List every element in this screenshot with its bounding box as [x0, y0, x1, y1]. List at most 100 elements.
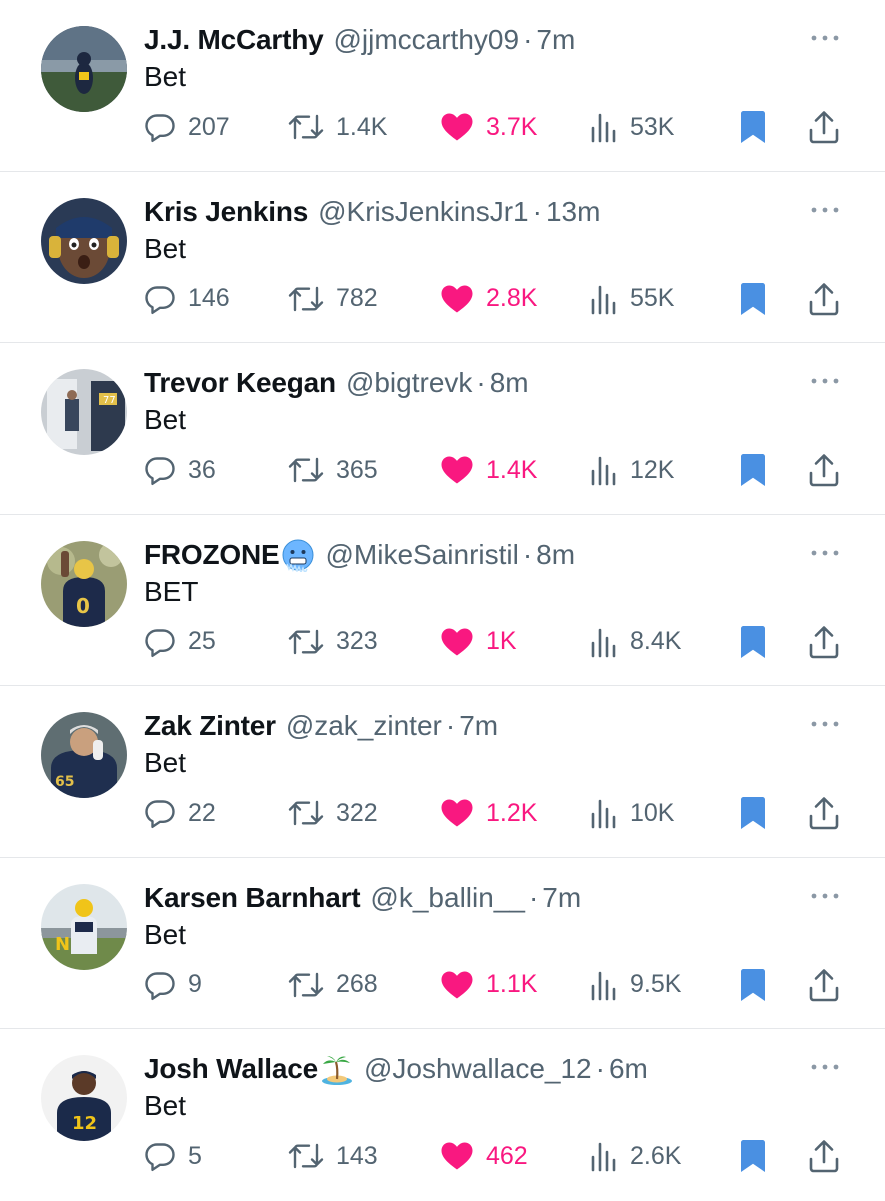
more-options-icon[interactable] [809, 26, 841, 50]
more-options-icon[interactable] [809, 712, 841, 736]
like-button[interactable]: 1.1K [440, 962, 537, 1008]
avatar[interactable]: N [41, 883, 127, 970]
bookmark-button[interactable] [738, 962, 768, 1008]
timestamp[interactable]: 6m [609, 1049, 648, 1089]
reply-count: 25 [188, 627, 216, 655]
user-handle[interactable]: @KrisJenkinsJr1 [318, 192, 528, 232]
user-handle[interactable]: @zak_zinter [286, 706, 442, 746]
avatar[interactable]: 0 [41, 540, 127, 627]
retweet-button[interactable]: 268 [288, 962, 378, 1008]
reply-button[interactable]: 146 [144, 276, 230, 322]
reply-button[interactable]: 22 [144, 790, 216, 836]
timestamp[interactable]: 8m [490, 363, 529, 403]
like-count: 1.4K [486, 455, 538, 484]
reply-icon [144, 797, 176, 829]
avatar[interactable]: 77 [41, 369, 127, 455]
bookmark-button[interactable] [738, 276, 768, 322]
more-options-icon[interactable] [809, 369, 841, 393]
like-button[interactable]: 1K [440, 619, 517, 665]
heart-icon [440, 283, 474, 315]
tweet-card[interactable]: 12 Josh Wallace @Joshwallace_12 · 6m Bet… [0, 1029, 885, 1201]
reply-button[interactable]: 36 [144, 447, 216, 493]
display-name[interactable]: Trevor Keegan [144, 363, 336, 403]
avatar[interactable] [41, 197, 127, 284]
tweet-card[interactable]: 77 Trevor Keegan @bigtrevk · 8m Bet 36 3… [0, 343, 885, 515]
avatar[interactable]: 12 [41, 1055, 127, 1141]
views-button[interactable]: 55K [590, 276, 674, 322]
avatar[interactable] [41, 26, 127, 112]
like-button[interactable]: 1.4K [440, 447, 537, 493]
more-options-icon[interactable] [809, 1055, 841, 1079]
bookmark-icon [738, 795, 768, 831]
share-icon [808, 1139, 840, 1173]
tweet-card[interactable]: N Karsen Barnhart @k_ballin__ · 7m Bet 9 [0, 858, 885, 1029]
display-name[interactable]: J.J. McCarthy [144, 20, 324, 60]
tweet-card[interactable]: 65 Zak Zinter @zak_zinter · 7m Bet 22 32… [0, 686, 885, 858]
display-name[interactable]: FROZONE [144, 535, 280, 575]
share-button[interactable] [808, 962, 840, 1008]
share-button[interactable] [808, 104, 840, 150]
retweet-button[interactable]: 782 [288, 276, 378, 322]
views-button[interactable]: 10K [590, 790, 674, 836]
avatar[interactable]: 65 [41, 712, 127, 798]
bookmark-button[interactable] [738, 790, 768, 836]
timestamp[interactable]: 8m [536, 535, 575, 575]
display-name[interactable]: Zak Zinter [144, 706, 276, 746]
views-button[interactable]: 2.6K [590, 1133, 681, 1179]
timestamp[interactable]: 7m [459, 706, 498, 746]
views-button[interactable]: 8.4K [590, 619, 681, 665]
views-count: 8.4K [630, 627, 682, 655]
like-button[interactable]: 462 [440, 1133, 528, 1179]
share-button[interactable] [808, 276, 840, 322]
retweet-icon [288, 454, 324, 486]
share-button[interactable] [808, 790, 840, 836]
tweet-card[interactable]: J.J. McCarthy @jjmccarthy09 · 7m Bet 207… [0, 0, 885, 172]
like-count: 2.8K [486, 284, 538, 312]
user-handle[interactable]: @Joshwallace_12 [364, 1049, 592, 1089]
retweet-icon [288, 283, 324, 315]
display-name[interactable]: Karsen Barnhart [144, 878, 361, 918]
like-button[interactable]: 3.7K [440, 104, 537, 150]
bookmark-button[interactable] [738, 1133, 768, 1179]
retweet-button[interactable]: 143 [288, 1133, 378, 1179]
like-button[interactable]: 1.2K [440, 790, 537, 836]
reply-button[interactable]: 25 [144, 619, 216, 665]
bookmark-button[interactable] [738, 619, 768, 665]
views-button[interactable]: 9.5K [590, 962, 681, 1008]
tweet-card[interactable]: 0 FROZONE @MikeSainristil · 8m BET 25 32… [0, 515, 885, 686]
reply-button[interactable]: 207 [144, 104, 230, 150]
user-handle[interactable]: @MikeSainristil [325, 535, 518, 575]
like-button[interactable]: 2.8K [440, 276, 537, 322]
separator-dot: · [595, 1053, 605, 1084]
tweet-card[interactable]: Kris Jenkins @KrisJenkinsJr1 · 13m Bet 1… [0, 172, 885, 343]
retweet-button[interactable]: 323 [288, 619, 378, 665]
separator-dot: · [476, 367, 486, 398]
timestamp[interactable]: 7m [542, 878, 581, 918]
share-button[interactable] [808, 1133, 840, 1179]
reply-button[interactable]: 5 [144, 1133, 202, 1179]
share-button[interactable] [808, 447, 840, 493]
svg-text:0: 0 [76, 594, 90, 618]
views-button[interactable]: 53K [590, 104, 674, 150]
share-button[interactable] [808, 619, 840, 665]
retweet-button[interactable]: 1.4K [288, 104, 387, 150]
display-name[interactable]: Kris Jenkins [144, 192, 308, 232]
user-handle[interactable]: @bigtrevk [346, 363, 472, 403]
reply-button[interactable]: 9 [144, 962, 202, 1008]
views-button[interactable]: 12K [590, 447, 674, 493]
heart-icon [440, 969, 474, 1001]
retweet-button[interactable]: 365 [288, 447, 378, 493]
more-options-icon[interactable] [809, 198, 841, 222]
heart-icon [440, 1140, 474, 1172]
bookmark-button[interactable] [738, 104, 768, 150]
user-handle[interactable]: @k_ballin__ [370, 878, 525, 918]
svg-text:65: 65 [55, 774, 74, 790]
user-handle[interactable]: @jjmccarthy09 [333, 20, 519, 60]
bookmark-button[interactable] [738, 447, 768, 493]
more-options-icon[interactable] [809, 884, 841, 908]
more-options-icon[interactable] [809, 541, 841, 565]
display-name[interactable]: Josh Wallace [144, 1049, 318, 1089]
timestamp[interactable]: 7m [536, 20, 575, 60]
retweet-button[interactable]: 322 [288, 790, 378, 836]
timestamp[interactable]: 13m [546, 192, 600, 232]
